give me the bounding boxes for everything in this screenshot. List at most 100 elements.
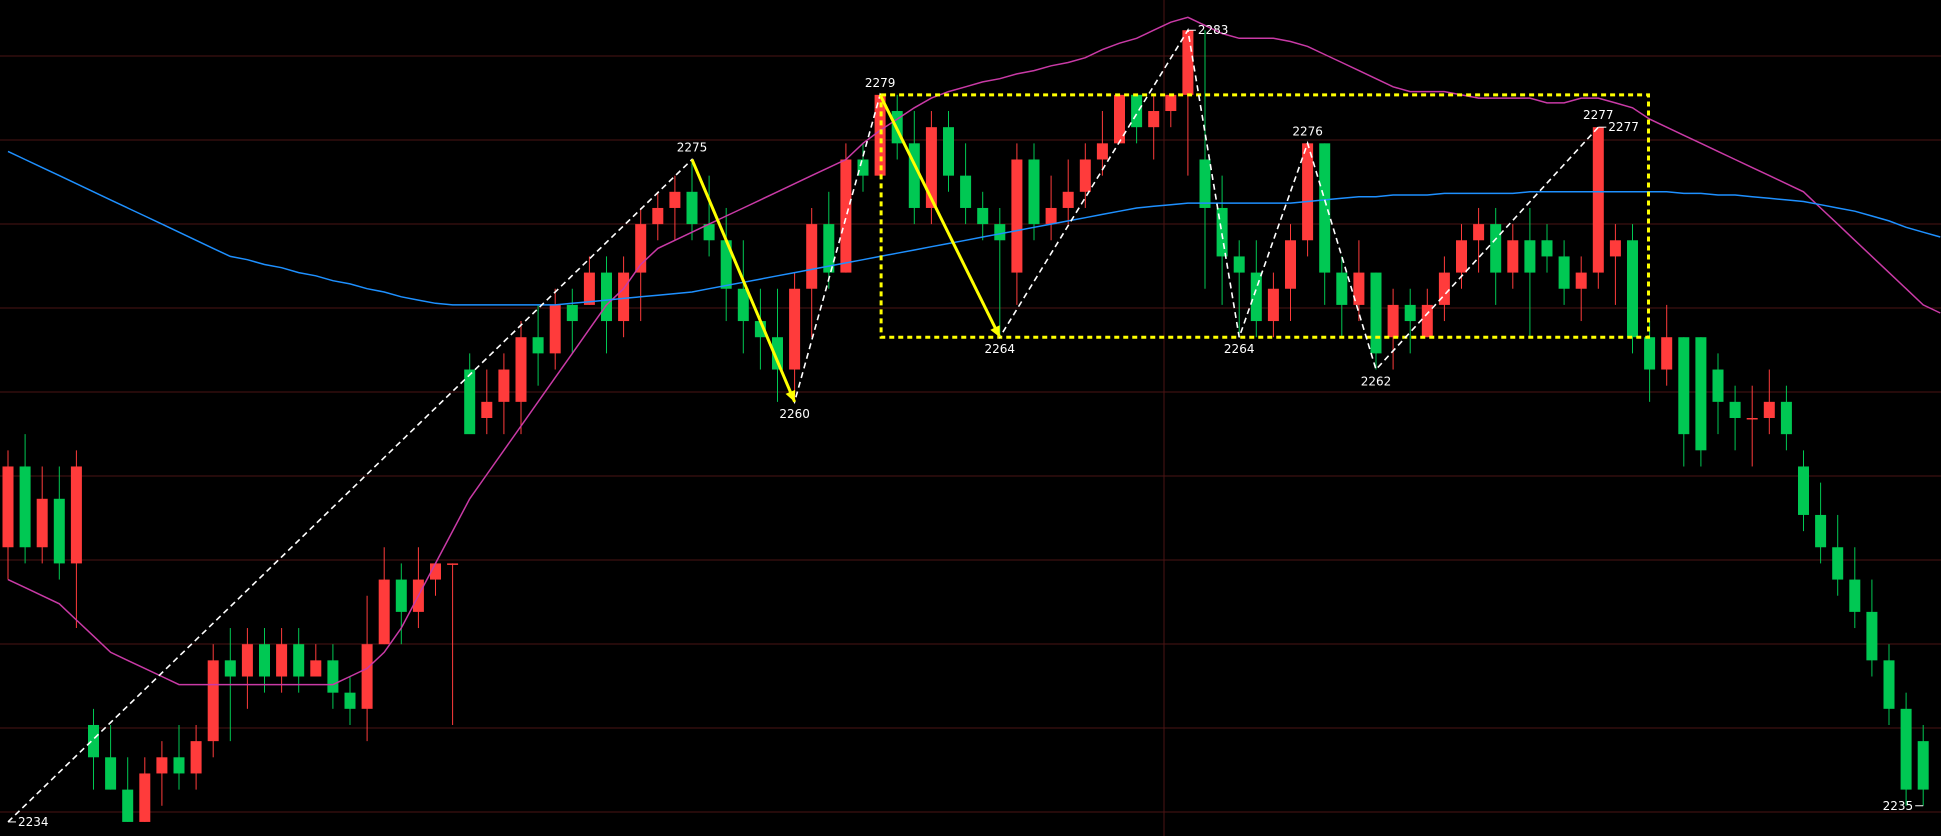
candle-body-up bbox=[1763, 401, 1775, 418]
price-marker-label: 2262 bbox=[1361, 375, 1392, 389]
candle-body-up bbox=[1165, 94, 1177, 112]
candle-body-down bbox=[1832, 547, 1844, 580]
candle-body-down bbox=[1370, 272, 1382, 354]
candle-body-up bbox=[806, 224, 818, 289]
candle-body-down bbox=[1729, 401, 1741, 418]
candle-body-down bbox=[344, 692, 356, 709]
candle-body-up bbox=[1011, 159, 1023, 273]
candle-body-up bbox=[139, 773, 151, 822]
candle-body-down bbox=[977, 207, 989, 225]
candle-body-up bbox=[207, 660, 219, 742]
candle-body-up bbox=[310, 660, 322, 677]
candle-body-down bbox=[1558, 256, 1570, 289]
candle-body-up bbox=[481, 401, 493, 418]
candle-body-up bbox=[1285, 240, 1296, 289]
candle-body-down bbox=[19, 466, 31, 548]
candle-body-up bbox=[1507, 240, 1519, 273]
candle-body-up bbox=[1148, 111, 1160, 128]
candle-body-up bbox=[1592, 127, 1604, 273]
candle-body-up bbox=[241, 644, 253, 677]
candle-body-down bbox=[1712, 369, 1724, 402]
candle-body-down bbox=[1028, 159, 1040, 225]
candle-body-up bbox=[1456, 240, 1467, 273]
candle-body-down bbox=[1678, 337, 1690, 435]
candle-body-up bbox=[36, 498, 48, 548]
candle-body-down bbox=[88, 724, 99, 758]
candle-body-down bbox=[1780, 401, 1792, 435]
candle-body-up bbox=[2, 466, 14, 548]
candlestick-chart: 2234 2275 2260 2279 2264 2283 2264 2276 2262 2277… bbox=[0, 0, 1941, 836]
candle-body-up bbox=[190, 741, 202, 774]
candle-body-down bbox=[105, 757, 117, 790]
candle-body-up bbox=[1096, 143, 1108, 160]
candle-body-down bbox=[1866, 611, 1878, 661]
candle-body-down bbox=[224, 660, 236, 677]
candle-body-up bbox=[1609, 240, 1621, 257]
price-marker-label: 2234 bbox=[18, 815, 49, 829]
candle-body-down bbox=[1490, 224, 1502, 273]
price-marker-label: 2260 bbox=[779, 407, 810, 421]
candle-body-down bbox=[532, 337, 544, 354]
candle-body-up bbox=[498, 369, 510, 402]
candle-body-down bbox=[122, 789, 134, 822]
candle-body-down bbox=[395, 579, 407, 612]
candle-body-down bbox=[1695, 337, 1707, 451]
price-marker-label: 2283 bbox=[1198, 23, 1229, 37]
candle-body-down bbox=[1131, 94, 1143, 128]
candle-body-up bbox=[156, 757, 168, 774]
candle-body-down bbox=[960, 175, 972, 208]
candle-body-down bbox=[943, 127, 954, 176]
candle-body-up bbox=[1182, 30, 1194, 95]
price-marker-label: 2275 bbox=[677, 140, 708, 154]
candle-body-down bbox=[1404, 304, 1416, 322]
candle-body-down bbox=[1233, 256, 1245, 273]
candle-body-down bbox=[1798, 466, 1809, 515]
price-marker-label: 2235 bbox=[1883, 799, 1914, 813]
price-marker-label: 2264 bbox=[985, 342, 1016, 356]
candle-body-up bbox=[1746, 418, 1758, 420]
candle-body-up bbox=[549, 304, 561, 354]
candle-body-up bbox=[447, 563, 459, 565]
candle-body-down bbox=[259, 644, 270, 677]
candle-body-down bbox=[1250, 272, 1262, 322]
candle-body-down bbox=[1900, 708, 1912, 790]
candle-body-up bbox=[1575, 272, 1587, 289]
candle-body-up bbox=[1062, 191, 1074, 208]
candle-body-down bbox=[566, 304, 578, 322]
candle-body-down bbox=[686, 191, 698, 225]
candle-body-up bbox=[1421, 304, 1433, 338]
candle-body-down bbox=[1849, 579, 1861, 612]
candle-body-down bbox=[1541, 240, 1553, 257]
candle-body-down bbox=[327, 660, 339, 693]
candle-body-up bbox=[276, 644, 288, 677]
price-marker-label: 2277 bbox=[1608, 120, 1639, 134]
candle-body-down bbox=[1917, 741, 1929, 790]
candle-body-down bbox=[293, 644, 305, 677]
candle-body-down bbox=[1883, 660, 1895, 709]
candle-body-up bbox=[789, 288, 801, 370]
candle-body-down bbox=[601, 272, 612, 322]
candle-body-up bbox=[1079, 159, 1091, 192]
candle-body-down bbox=[1199, 159, 1211, 208]
price-marker-label: 2264 bbox=[1224, 342, 1255, 356]
candle-body-down bbox=[1319, 143, 1331, 273]
candle-body-up bbox=[1387, 304, 1399, 338]
candle-body-down bbox=[994, 224, 1006, 241]
candle-body-up bbox=[361, 644, 373, 709]
candle-body-down bbox=[1627, 240, 1638, 338]
candle-body-down bbox=[857, 159, 869, 176]
candle-body-up bbox=[1267, 288, 1279, 322]
candle-body-down bbox=[173, 757, 185, 774]
candle-body-down bbox=[1644, 337, 1656, 370]
chart-background bbox=[0, 0, 1941, 836]
candle-body-up bbox=[515, 337, 527, 402]
candle-body-down bbox=[464, 369, 476, 435]
candle-body-up bbox=[1661, 337, 1673, 370]
candle-body-down bbox=[1336, 272, 1348, 305]
candle-body-up bbox=[1473, 224, 1485, 241]
price-marker-label: 2276 bbox=[1292, 124, 1323, 138]
candle-body-down bbox=[53, 498, 65, 564]
candle-body-up bbox=[1302, 143, 1314, 241]
candle-body-up bbox=[652, 207, 664, 225]
candle-body-up bbox=[840, 159, 852, 273]
